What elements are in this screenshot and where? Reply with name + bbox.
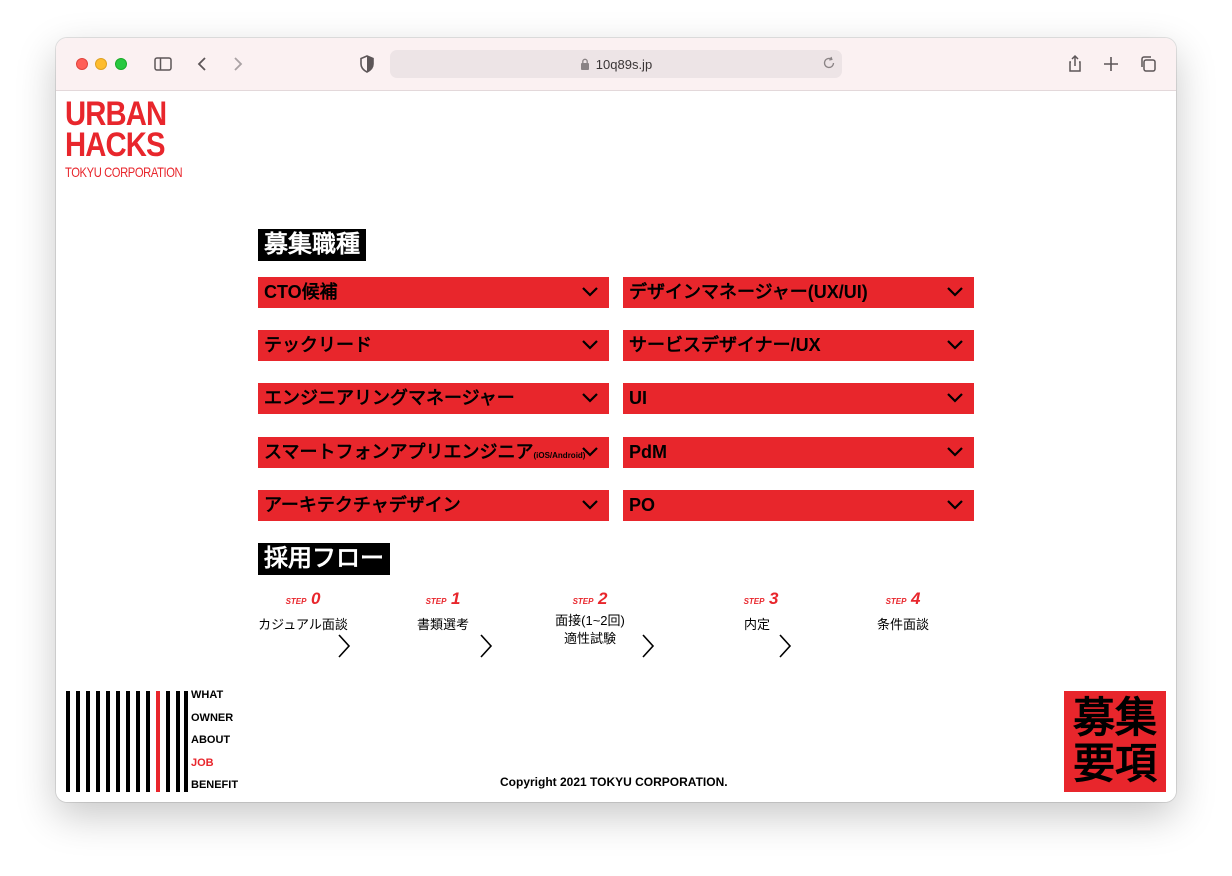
chevron-down-icon	[582, 500, 598, 510]
stripe	[136, 691, 140, 792]
forward-icon[interactable]	[225, 52, 249, 76]
arrow-right-icon	[338, 634, 351, 658]
reload-icon[interactable]	[822, 56, 836, 70]
job-label: CTO候補	[264, 282, 338, 302]
job-label: UI	[629, 388, 647, 408]
chevron-down-icon	[947, 500, 963, 510]
minimize-window-button[interactable]	[95, 58, 107, 70]
flow-step-2: STEP 2 面接(1~2回) 適性試験	[535, 589, 645, 648]
job-accordion-design-manager[interactable]: デザインマネージャー(UX/UI)	[623, 277, 974, 308]
chevron-down-icon	[947, 287, 963, 297]
step-label: STEP 0	[285, 589, 321, 608]
urban-hacks-logo[interactable]: URBAN HACKS TOKYU CORPORATION	[65, 97, 183, 181]
arrow-right-icon	[779, 634, 792, 658]
nav-link-owner[interactable]: OWNER	[191, 711, 238, 734]
stripe	[86, 691, 90, 792]
step-text: 条件面談	[876, 617, 929, 632]
logo-line-3: TOKYU CORPORATION	[65, 164, 183, 180]
copyright-text: Copyright 2021 TOKYU CORPORATION.	[500, 775, 728, 789]
zoom-window-button[interactable]	[115, 58, 127, 70]
chevron-down-icon	[582, 393, 598, 403]
striped-decoration	[66, 691, 188, 792]
tab-overview-icon[interactable]	[1136, 52, 1160, 76]
job-accordion-smartphone-engineer[interactable]: スマートフォンアプリエンジニア(iOS/Android)	[258, 437, 609, 468]
stripe	[116, 691, 120, 792]
stripe	[146, 691, 150, 792]
stripe	[66, 691, 70, 792]
nav-link-what[interactable]: WHAT	[191, 688, 238, 711]
chevron-down-icon	[582, 287, 598, 297]
job-accordion-pdm[interactable]: PdM	[623, 437, 974, 468]
chevron-down-icon	[947, 393, 963, 403]
chevron-down-icon	[947, 340, 963, 350]
job-accordion-service-designer[interactable]: サービスデザイナー/UX	[623, 330, 974, 361]
stripe	[96, 691, 100, 792]
lock-icon	[580, 58, 589, 70]
sidebar-toggle-icon[interactable]	[151, 52, 175, 76]
step-text: 書類選考	[416, 617, 469, 632]
step-text: カジュアル面談	[258, 617, 348, 632]
step-label: STEP 3	[743, 589, 779, 608]
browser-toolbar: 10q89s.jp	[56, 38, 1176, 91]
chevron-down-icon	[582, 447, 598, 457]
flow-step-1: STEP 1 書類選考	[388, 589, 498, 634]
stripe	[76, 691, 80, 792]
share-icon[interactable]	[1063, 52, 1087, 76]
job-accordion-architecture-design[interactable]: アーキテクチャデザイン	[258, 490, 609, 521]
step-label: STEP 4	[885, 589, 921, 608]
stripe-active	[156, 691, 160, 792]
url-text: 10q89s.jp	[595, 56, 653, 72]
job-accordion-engineering-manager[interactable]: エンジニアリングマネージャー	[258, 383, 609, 414]
flow-step-4: STEP 4 条件面談	[848, 589, 958, 634]
job-accordion-po[interactable]: PO	[623, 490, 974, 521]
new-tab-icon[interactable]	[1099, 52, 1123, 76]
step-label: STEP 1	[425, 589, 461, 608]
step-text: 内定	[743, 617, 770, 632]
nav-link-benefit[interactable]: BENEFIT	[191, 778, 238, 801]
privacy-shield-icon[interactable]	[355, 52, 379, 76]
job-label: アーキテクチャデザイン	[264, 495, 461, 515]
arrow-right-icon	[480, 634, 493, 658]
jobs-section-title: 募集職種	[258, 229, 366, 261]
step-text-2: 適性試験	[563, 631, 616, 646]
job-accordion-tech-lead[interactable]: テックリード	[258, 330, 609, 361]
stripe	[184, 691, 188, 792]
flow-step-0: STEP 0 カジュアル面談	[248, 589, 358, 634]
arrow-right-icon	[642, 634, 655, 658]
badge-line-1: 募集	[1072, 694, 1157, 741]
job-label: エンジニアリングマネージャー	[264, 388, 515, 408]
step-text: 面接(1~2回)	[555, 613, 625, 628]
job-label: サービスデザイナー/UX	[629, 335, 821, 355]
job-accordion-ui[interactable]: UI	[623, 383, 974, 414]
flow-section-title: 採用フロー	[258, 543, 390, 575]
logo-line-2: HACKS	[65, 126, 166, 164]
chevron-down-icon	[947, 447, 963, 457]
step-label: STEP 2	[572, 589, 608, 608]
stripe	[126, 691, 130, 792]
nav-link-job[interactable]: JOB	[191, 756, 238, 779]
badge-line-2: 要項	[1072, 740, 1157, 787]
recruitment-guide-button[interactable]: 募集 要項	[1064, 691, 1166, 792]
browser-window: 10q89s.jp URBAN HACKS TOKYU CORPORATION …	[56, 38, 1176, 802]
job-label: PO	[629, 495, 656, 515]
footer-nav: WHAT OWNER ABOUT JOB BENEFIT	[191, 688, 238, 801]
job-label: スマートフォンアプリエンジニア	[264, 442, 534, 462]
job-accordion-cto[interactable]: CTO候補	[258, 277, 609, 308]
job-label: PdM	[629, 442, 667, 462]
stripe	[166, 691, 170, 792]
stripe	[106, 691, 110, 792]
job-sublabel: (iOS/Android)	[533, 451, 586, 460]
nav-link-about[interactable]: ABOUT	[191, 733, 238, 756]
stripe	[176, 691, 180, 792]
web-page: URBAN HACKS TOKYU CORPORATION 募集職種 CTO候補…	[56, 91, 1176, 802]
back-icon[interactable]	[191, 52, 215, 76]
close-window-button[interactable]	[76, 58, 88, 70]
chevron-down-icon	[582, 340, 598, 350]
address-bar[interactable]: 10q89s.jp	[390, 50, 842, 78]
job-label: テックリード	[264, 335, 372, 355]
job-label: デザインマネージャー(UX/UI)	[629, 282, 868, 302]
flow-step-3: STEP 3 内定	[706, 589, 816, 634]
